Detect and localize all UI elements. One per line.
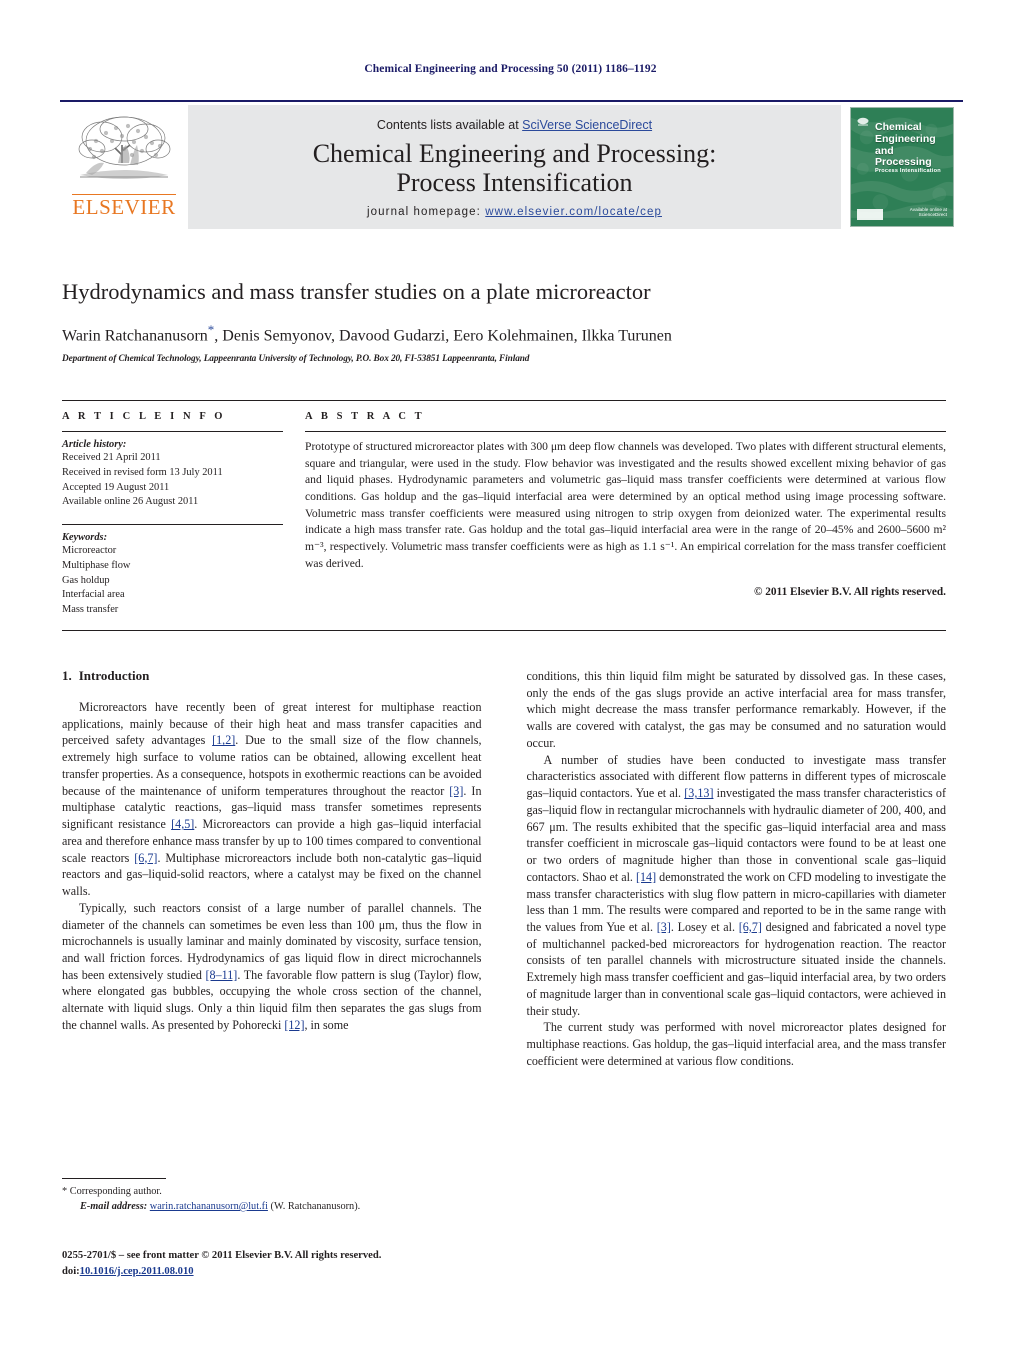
email-label: E-mail address:	[80, 1200, 148, 1212]
author-names-before-marker: Warin Ratchananusorn	[62, 327, 208, 345]
history-item: Available online 26 August 2011	[62, 496, 199, 508]
journal-masthead: ELSEVIER Contents lists available at Sci…	[60, 100, 963, 230]
article-info-heading: A R T I C L E I N F O	[62, 411, 226, 422]
author-list: Warin Ratchananusorn*, Denis Semyonov, D…	[62, 322, 962, 345]
elsevier-tree-icon	[72, 111, 176, 193]
footnote-email-line: E-mail address: warin.ratchananusorn@lut…	[62, 1200, 482, 1215]
doi-line: doi:10.1016/j.cep.2011.08.010	[62, 1264, 542, 1280]
homepage-prefix: journal homepage:	[367, 206, 486, 219]
abstract-text: Prototype of structured microreactor pla…	[305, 440, 946, 570]
citation-link[interactable]: [3]	[449, 784, 463, 798]
footnote-corresponding-text: Corresponding author.	[69, 1186, 162, 1197]
contents-available-line: Contents lists available at SciVerse Sci…	[377, 118, 652, 132]
footnote-corresponding: * Corresponding author.	[62, 1185, 482, 1200]
copyright-line: © 2011 Elsevier B.V. All rights reserved…	[753, 585, 946, 598]
journal-title: Chemical Engineering and Processing: Pro…	[313, 139, 717, 197]
footnote-marker: *	[62, 1186, 68, 1197]
title-block: Hydrodynamics and mass transfer studies …	[62, 278, 962, 364]
abstract-column: A B S T R A C T Prototype of structured …	[305, 411, 946, 618]
history-item: Received in revised form 13 July 2011	[62, 466, 223, 478]
body-paragraph: The current study was performed with nov…	[526, 1020, 947, 1068]
citation-link[interactable]: [3]	[657, 920, 671, 934]
contents-prefix: Contents lists available at	[376, 117, 523, 132]
elsevier-wordmark: ELSEVIER	[72, 194, 176, 219]
journal-homepage-line: journal homepage: www.elsevier.com/locat…	[367, 206, 662, 218]
article-history-list: Received 21 April 2011 Received in revis…	[62, 451, 283, 510]
citation-link[interactable]: [12]	[284, 1018, 304, 1032]
corresponding-author-footnote: * Corresponding author. E-mail address: …	[62, 1178, 482, 1215]
citation-link[interactable]: [6,7]	[739, 920, 762, 934]
article-history-label: Article history:	[62, 439, 127, 450]
cover-title-line1: Chemical	[875, 121, 922, 133]
journal-title-line2: Process Intensification	[396, 168, 633, 197]
keyword-item: Interfacial area	[62, 589, 125, 601]
divider	[62, 524, 283, 526]
cover-footer: Available online at ScienceDirect	[910, 207, 947, 218]
citation-link[interactable]: [1,2]	[212, 733, 235, 747]
paper-page: Chemical Engineering and Processing 50 (…	[0, 0, 1021, 1351]
body-paragraph: Microreactors have recently been of grea…	[62, 700, 482, 899]
email-link[interactable]: warin.ratchananusorn@lut.fi	[150, 1201, 268, 1212]
section-title: Introduction	[78, 668, 150, 683]
section-number: 1.	[62, 668, 72, 683]
left-column: 1. Introduction Microreactors have recent…	[62, 668, 482, 1070]
running-head: Chemical Engineering and Processing 50 (…	[364, 63, 657, 75]
cover-footer-line2: ScienceDirect	[918, 212, 947, 218]
citation-link[interactable]: [14]	[636, 870, 656, 884]
cover-publisher-icon	[857, 114, 869, 126]
article-info-column: A R T I C L E I N F O Article history: R…	[62, 411, 305, 618]
publisher-logo: ELSEVIER	[60, 105, 188, 229]
citation-link[interactable]: [4,5]	[171, 817, 194, 831]
history-item: Received 21 April 2011	[62, 452, 161, 463]
body-paragraph: conditions, this thin liquid film might …	[526, 669, 947, 750]
keywords-label: Keywords:	[62, 532, 108, 544]
divider	[62, 431, 283, 432]
citation-link[interactable]: [3,13]	[684, 786, 713, 800]
keyword-item: Microreactor	[62, 545, 117, 557]
footnote-rule	[62, 1178, 166, 1179]
keyword-item: Mass transfer	[62, 604, 119, 616]
keywords-block: Keywords: Microreactor Multiphase flow G…	[62, 524, 283, 618]
citation-link[interactable]: [8–11]	[206, 968, 238, 982]
body-paragraph: Typically, such reactors consist of a la…	[62, 900, 482, 1032]
issn-copyright-line: 0255-2701/$ – see front matter © 2011 El…	[62, 1250, 382, 1261]
journal-homepage-link[interactable]: www.elsevier.com/locate/cep	[485, 206, 662, 218]
body-paragraph: A number of studies have been conducted …	[526, 752, 947, 1018]
right-column-paragraphs: conditions, this thin liquid film might …	[527, 668, 947, 1070]
doi-link[interactable]: 10.1016/j.cep.2011.08.010	[80, 1266, 194, 1277]
left-column-paragraphs: Microreactors have recently been of grea…	[62, 699, 482, 1034]
keyword-item: Multiphase flow	[62, 559, 131, 571]
divider	[305, 431, 946, 432]
sciencedirect-link[interactable]: SciVerse ScienceDirect	[522, 118, 652, 132]
journal-cover-thumbnail: Chemical Engineering and Processing Proc…	[841, 105, 963, 229]
journal-title-line1: Chemical Engineering and Processing:	[312, 138, 717, 168]
author-names-after-marker: , Denis Semyonov, Davood Gudarzi, Eero K…	[214, 327, 672, 345]
article-title: Hydrodynamics and mass transfer studies …	[62, 279, 651, 304]
cover-title: Chemical Engineering and Processing	[875, 121, 951, 169]
right-column: conditions, this thin liquid film might …	[527, 668, 947, 1070]
body-columns: 1. Introduction Microreactors have recent…	[62, 668, 946, 1070]
cover-corner-logo	[857, 209, 883, 220]
keyword-item: Gas holdup	[62, 574, 110, 586]
doi-label: doi:	[62, 1265, 80, 1277]
cover-title-line2: Engineering	[875, 132, 936, 145]
citation-link[interactable]: [6,7]	[134, 851, 157, 865]
abstract-heading: A B S T R A C T	[305, 411, 425, 422]
affiliation: Department of Chemical Technology, Lappe…	[62, 354, 530, 365]
history-item: Accepted 19 August 2011	[62, 481, 170, 493]
page-footer: 0255-2701/$ – see front matter © 2011 El…	[62, 1248, 542, 1279]
masthead-center: Contents lists available at SciVerse Sci…	[188, 105, 841, 229]
email-owner: (W. Ratchananusorn).	[270, 1200, 361, 1212]
info-abstract-panel: A R T I C L E I N F O Article history: R…	[62, 400, 946, 631]
section-heading-introduction: 1. Introduction	[62, 668, 482, 684]
cover-subtitle: Process Intensification	[875, 168, 941, 174]
